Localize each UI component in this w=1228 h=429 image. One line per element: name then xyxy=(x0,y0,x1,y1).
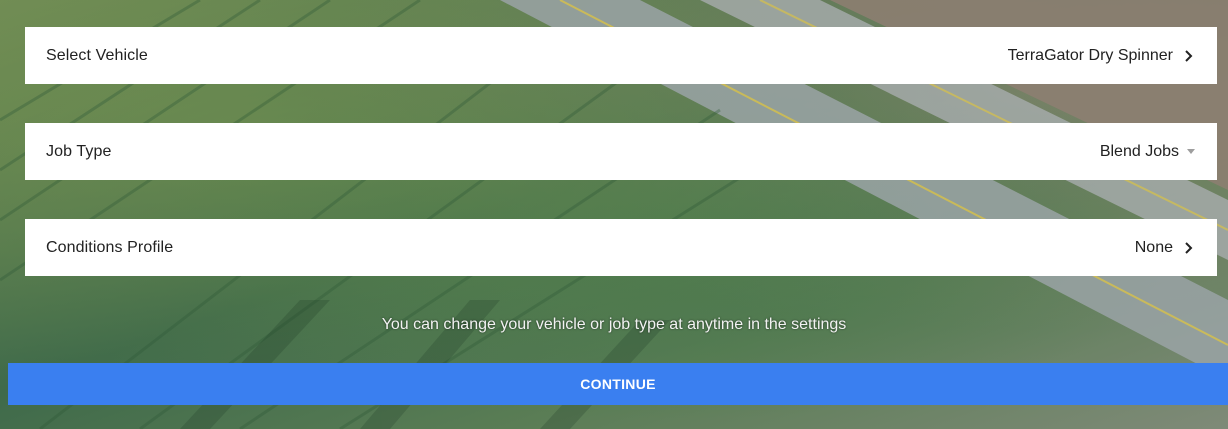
setup-screen: Select Vehicle TerraGator Dry Spinner Jo… xyxy=(0,0,1228,429)
conditions-profile-value-group[interactable]: None xyxy=(1135,239,1195,257)
select-vehicle-value-group[interactable]: TerraGator Dry Spinner xyxy=(1008,47,1195,65)
conditions-profile-label: Conditions Profile xyxy=(46,238,174,256)
conditions-profile-value: None xyxy=(1134,238,1173,256)
job-type-dropdown[interactable]: Blend Jobs xyxy=(1100,143,1195,161)
job-type-value: Blend Jobs xyxy=(1099,142,1179,160)
chevron-right-icon xyxy=(1185,49,1193,62)
chevron-right-icon xyxy=(1185,241,1193,254)
job-type-label: Job Type xyxy=(46,142,112,160)
select-vehicle-row[interactable]: Select Vehicle TerraGator Dry Spinner xyxy=(25,27,1217,84)
dropdown-caret-icon xyxy=(1187,149,1195,154)
conditions-profile-row[interactable]: Conditions Profile None xyxy=(25,219,1217,276)
select-vehicle-value: TerraGator Dry Spinner xyxy=(1007,46,1173,64)
continue-button[interactable]: CONTINUE xyxy=(8,363,1228,405)
select-vehicle-label: Select Vehicle xyxy=(46,46,148,64)
settings-hint-text: You can change your vehicle or job type … xyxy=(381,316,847,333)
job-type-row[interactable]: Job Type Blend Jobs xyxy=(25,123,1217,180)
